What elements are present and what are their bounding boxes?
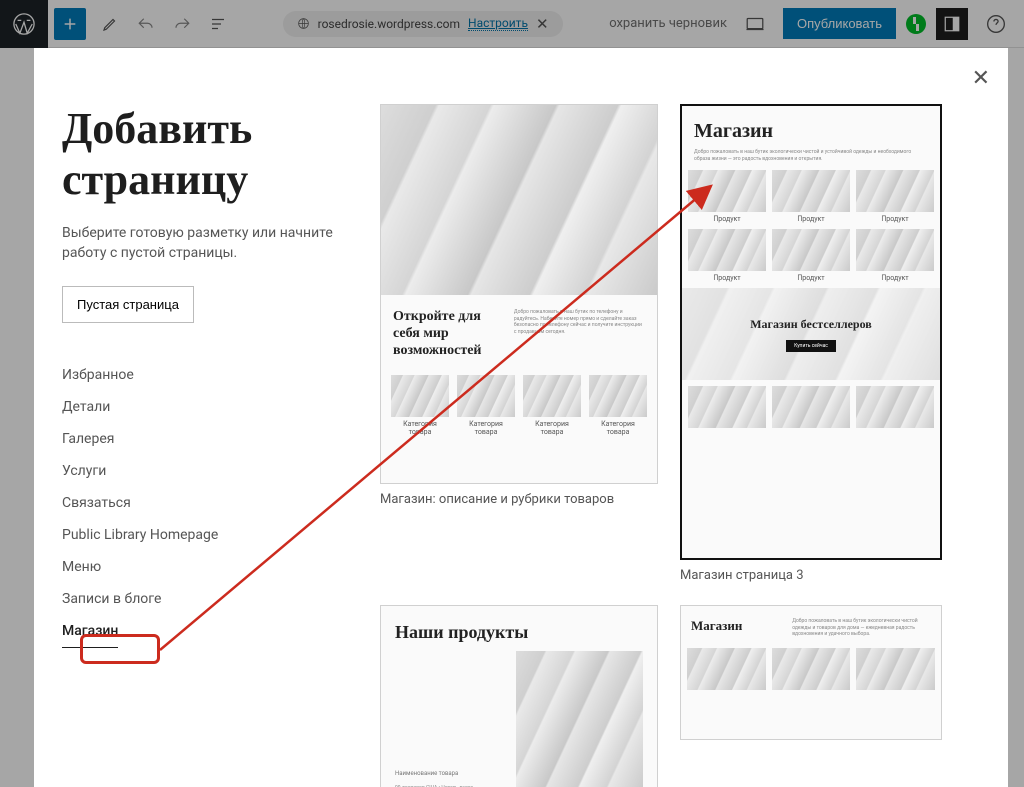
category-contact[interactable]: Связаться — [62, 487, 352, 519]
modal-subtitle: Выберите готовую разметку или начните ра… — [62, 223, 352, 264]
template-heading: Наши продукты — [395, 622, 643, 643]
template-shop-grid[interactable]: Магазин Добро пожаловать в наш бутик эко… — [680, 605, 942, 787]
product-name: Наименование товара — [395, 770, 504, 778]
modal-sidebar: Добавить страницу Выберите готовую разме… — [62, 104, 352, 787]
category-details[interactable]: Детали — [62, 391, 352, 423]
template-heading: Магазин — [694, 120, 928, 143]
category-public-library[interactable]: Public Library Homepage — [62, 519, 352, 551]
category-favorites[interactable]: Избранное — [62, 359, 352, 391]
template-our-products[interactable]: Наши продукты Наименование товара 99 дол… — [380, 605, 658, 787]
template-shop-description[interactable]: Откройте для себя мир возможностей Добро… — [380, 104, 658, 583]
template-lorem: Добро пожаловать в наш бутик экологическ… — [792, 618, 931, 638]
category-services[interactable]: Услуги — [62, 455, 352, 487]
blank-page-button[interactable]: Пустая страница — [62, 286, 194, 323]
template-lorem: Добро пожаловать в наш бутик экологическ… — [694, 149, 928, 162]
modal-title: Добавить страницу — [62, 104, 352, 205]
templates-grid: Откройте для себя мир возможностей Добро… — [380, 104, 980, 787]
bestseller-cta: Купить сейчас — [786, 340, 836, 352]
template-caption: Магазин страница 3 — [680, 568, 942, 583]
category-list: Избранное Детали Галерея Услуги Связатьс… — [62, 359, 352, 648]
annotation-highlight-box — [80, 634, 160, 664]
template-lorem: Добро пожаловать в наш бутик по телефону… — [514, 309, 645, 359]
bestseller-title: Магазин бестселлеров — [750, 317, 872, 332]
template-caption: Магазин: описание и рубрики товаров — [380, 492, 658, 507]
category-menu[interactable]: Меню — [62, 551, 352, 583]
template-heading: Магазин — [691, 618, 782, 638]
category-blog[interactable]: Записи в блоге — [62, 583, 352, 615]
template-heading: Откройте для себя мир возможностей — [393, 309, 504, 359]
template-shop-page-3[interactable]: Магазин Добро пожаловать в наш бутик эко… — [680, 104, 942, 583]
add-page-modal: ✕ Добавить страницу Выберите готовую раз… — [34, 48, 1008, 787]
close-icon[interactable]: ✕ — [972, 66, 990, 91]
category-gallery[interactable]: Галерея — [62, 423, 352, 455]
